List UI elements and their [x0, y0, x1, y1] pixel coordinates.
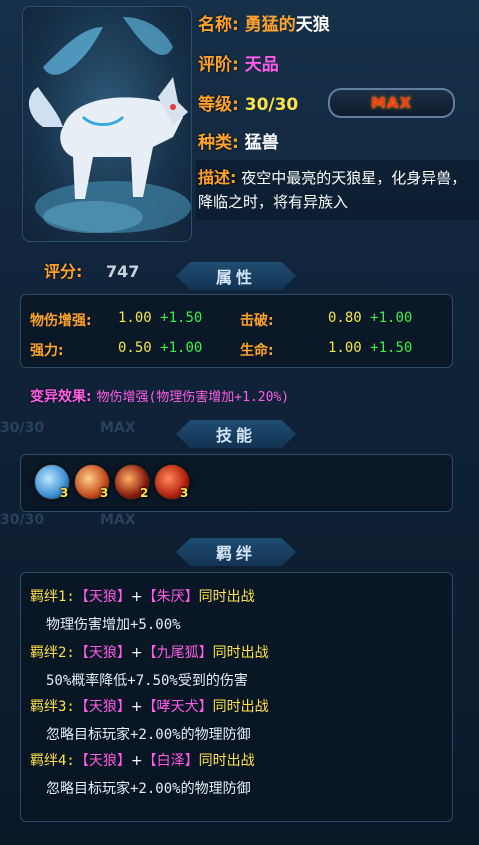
- attribute-base: 0.80: [328, 310, 362, 326]
- wolf-portrait-icon: [28, 17, 191, 233]
- bond-label: 羁绊1:: [30, 589, 75, 605]
- name-prefix: 勇猛的: [244, 15, 296, 35]
- attribute-value-0: 1.00 +1.50: [118, 310, 202, 326]
- attribute-name: 生命:: [240, 343, 274, 359]
- bond-effect-2: 忽略目标玩家+2.00%的物理防御: [46, 727, 251, 743]
- bonds-header: 羁绊: [176, 538, 296, 566]
- bond-partner: 【朱厌】: [142, 589, 199, 605]
- attribute-base: 1.00: [328, 340, 362, 356]
- attribute-row-2: 强力:: [30, 340, 64, 360]
- skill-level: 3: [100, 486, 109, 500]
- attribute-row-0: 物伤增强:: [30, 310, 92, 330]
- bond-plus: +: [130, 699, 143, 715]
- bond-suffix: 同时出战: [212, 645, 269, 661]
- attribute-row-3: 生命:: [240, 340, 274, 360]
- type-value: 猛兽: [244, 133, 279, 153]
- bond-self: 【天狼】: [74, 699, 131, 715]
- skill-level: 2: [140, 486, 149, 500]
- score-value: 747: [105, 262, 140, 281]
- attributes-box: [20, 294, 453, 368]
- skill-level: 3: [180, 486, 189, 500]
- pet-level-row: 等级: 30/30: [198, 90, 298, 115]
- level-label: 等级:: [198, 95, 239, 115]
- score-row: 评分: 747: [44, 258, 139, 282]
- bond-self: 【天狼】: [74, 645, 131, 661]
- bond-suffix: 同时出战: [212, 699, 269, 715]
- pet-name-row: 名称: 勇猛的天狼: [198, 10, 330, 35]
- level-value: 30/30: [244, 95, 299, 115]
- bond-effect-3: 忽略目标玩家+2.00%的物理防御: [46, 781, 251, 797]
- description-label: 描述:: [198, 168, 237, 187]
- variant-value: 物伤增强(物理伤害增加+1.20%): [96, 390, 290, 405]
- attribute-name: 物伤增强:: [30, 313, 92, 329]
- max-level-button[interactable]: MAX: [328, 88, 455, 118]
- attribute-bonus: +1.50: [160, 310, 203, 326]
- bond-partner: 【白泽】: [142, 753, 199, 769]
- bond-effect-1: 50%概率降低+7.50%受到的伤害: [46, 673, 248, 689]
- attribute-row-1: 击破:: [240, 310, 274, 330]
- attribute-base: 1.00: [118, 310, 152, 326]
- bond-label: 羁绊3:: [30, 699, 75, 715]
- attribute-bonus: +1.00: [370, 310, 413, 326]
- pet-type-row: 种类: 猛兽: [198, 128, 279, 153]
- bond-effect-0: 物理伤害增加+5.00%: [46, 617, 181, 633]
- variant-label: 变异效果:: [30, 389, 92, 405]
- attribute-value-3: 1.00 +1.50: [328, 340, 412, 356]
- type-label: 种类:: [198, 133, 239, 153]
- score-label: 评分:: [44, 262, 83, 281]
- attribute-bonus: +1.00: [160, 340, 203, 356]
- grade-value: 天品: [244, 55, 279, 75]
- attribute-value-1: 0.80 +1.00: [328, 310, 412, 326]
- bond-self: 【天狼】: [74, 753, 131, 769]
- bond-suffix: 同时出战: [198, 589, 255, 605]
- bond-plus: +: [130, 753, 143, 769]
- attribute-base: 0.50: [118, 340, 152, 356]
- attributes-header: 属性: [176, 262, 296, 290]
- skills-header: 技能: [176, 420, 296, 448]
- bond-row-1: 羁绊2:【天狼】+【九尾狐】同时出战: [30, 642, 269, 662]
- pet-detail-panel: 30/30 MAX 30/30 MAX 名称: 勇猛的天狼 评阶: 天品 等级:…: [0, 0, 479, 845]
- name-label: 名称:: [198, 15, 239, 35]
- grade-label: 评阶:: [198, 55, 239, 75]
- bond-row-3: 羁绊4:【天狼】+【白泽】同时出战: [30, 750, 255, 770]
- skill-level: 3: [60, 486, 69, 500]
- bond-self: 【天狼】: [74, 589, 131, 605]
- description-text: 夜空中最亮的天狼星，化身异兽，降临之时，将有异族入: [198, 169, 467, 211]
- bond-row-0: 羁绊1:【天狼】+【朱厌】同时出战: [30, 586, 255, 606]
- bond-plus: +: [130, 645, 143, 661]
- description: 描述: 夜空中最亮的天狼星，化身异兽，降临之时，将有异族入: [198, 166, 473, 214]
- pet-portrait: [22, 6, 192, 242]
- pet-grade-row: 评阶: 天品: [198, 50, 279, 75]
- bond-row-2: 羁绊3:【天狼】+【哮天犬】同时出战: [30, 696, 269, 716]
- ghost-level-1: 30/30: [0, 420, 45, 436]
- bond-partner: 【九尾狐】: [142, 645, 213, 661]
- bond-label: 羁绊4:: [30, 753, 75, 769]
- bond-label: 羁绊2:: [30, 645, 75, 661]
- bond-suffix: 同时出战: [198, 753, 255, 769]
- attribute-bonus: +1.50: [370, 340, 413, 356]
- bond-plus: +: [130, 589, 143, 605]
- attribute-value-2: 0.50 +1.00: [118, 340, 202, 356]
- attribute-name: 强力:: [30, 343, 64, 359]
- ghost-max-2: MAX: [100, 512, 136, 528]
- bond-partner: 【哮天犬】: [142, 699, 213, 715]
- ghost-max-1: MAX: [100, 420, 136, 436]
- pet-name: 天狼: [295, 15, 330, 35]
- ghost-level-2: 30/30: [0, 512, 45, 528]
- attribute-name: 击破:: [240, 313, 274, 329]
- variant-effect: 变异效果: 物伤增强(物理伤害增加+1.20%): [30, 386, 289, 406]
